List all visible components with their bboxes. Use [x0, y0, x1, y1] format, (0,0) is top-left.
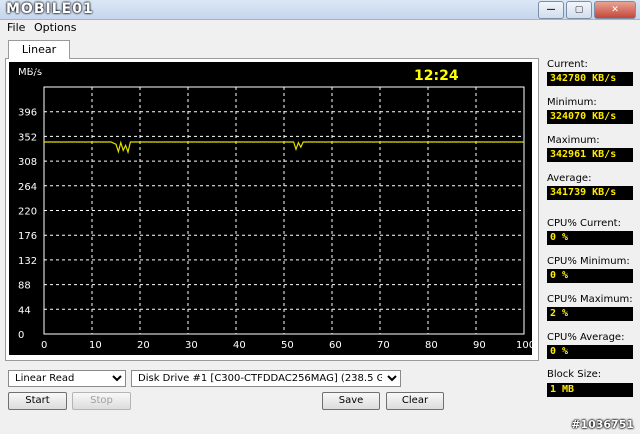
watermark-text: #1036751	[571, 418, 634, 431]
x-tick-label: 30	[185, 340, 198, 351]
minimum-value: 324070 KB/s	[547, 110, 633, 124]
cpu-average-value: 0 %	[547, 345, 633, 359]
y-tick-label: 132	[18, 256, 37, 267]
clear-button[interactable]: Clear	[386, 392, 444, 410]
y-tick-label: 264	[18, 182, 37, 193]
test-type-select[interactable]: Linear Read	[8, 370, 126, 387]
x-tick-label: 90	[473, 340, 486, 351]
window-controls: — ▢ ✕	[536, 1, 636, 19]
title-bar: MOBILE01 — ▢ ✕	[0, 0, 640, 20]
y-tick-label: 396	[18, 108, 37, 119]
menu-file[interactable]: File	[7, 21, 25, 34]
start-button[interactable]: Start	[8, 392, 67, 410]
y-tick-label: 220	[18, 207, 37, 218]
y-tick-label: 44	[18, 305, 31, 316]
x-tick-label: 0	[41, 340, 47, 351]
maximize-button[interactable]: ▢	[566, 1, 592, 19]
cpu-average-label: CPU% Average:	[547, 332, 625, 343]
cpu-minimum-label: CPU% Minimum:	[547, 256, 630, 267]
cpu-current-label: CPU% Current:	[547, 218, 621, 229]
minimize-button[interactable]: —	[538, 1, 564, 19]
x-tick-label: 60	[329, 340, 342, 351]
save-button[interactable]: Save	[322, 392, 380, 410]
block-size-label: Block Size:	[547, 369, 602, 380]
x-tick-label: 50	[281, 340, 294, 351]
x-tick-label: 10	[89, 340, 102, 351]
throughput-chart: 0 44 88 132 176 220 264 308 352 396 0 10 20 30 40 50 60 7…	[18, 67, 548, 351]
chart-area: 0 44 88 132 176 220 264 308 352 396 0 10 20 30 40 50 60 7…	[9, 62, 548, 355]
y-tick-label: 0	[18, 330, 24, 341]
y-tick-label: 88	[18, 281, 31, 292]
cpu-maximum-value: 2 %	[547, 307, 633, 321]
cpu-minimum-value: 0 %	[547, 269, 633, 283]
minimum-label: Minimum:	[547, 97, 597, 108]
drive-select[interactable]: Disk Drive #1 [C300-CTFDDAC256MAG] (238.…	[131, 370, 401, 387]
maximum-label: Maximum:	[547, 135, 600, 146]
current-label: Current:	[547, 59, 588, 70]
average-value: 341739 KB/s	[547, 186, 633, 200]
current-value: 342780 KB/s	[547, 72, 633, 86]
elapsed-time: 12:24	[414, 68, 459, 84]
close-button[interactable]: ✕	[594, 1, 636, 19]
x-tick-label: 40	[233, 340, 246, 351]
x-tick-label: 70	[377, 340, 390, 351]
x-tick-label: 20	[137, 340, 150, 351]
stop-button[interactable]: Stop	[72, 392, 131, 410]
x-tick-label: 80	[425, 340, 438, 351]
y-tick-label: 352	[18, 132, 37, 143]
tab-linear-read[interactable]: Linear Read	[8, 40, 70, 74]
cpu-current-value: 0 %	[547, 231, 633, 245]
menu-bar: File Options	[0, 20, 640, 35]
status-bar	[0, 412, 640, 434]
average-label: Average:	[547, 173, 592, 184]
menu-options[interactable]: Options	[34, 21, 76, 34]
y-tick-label: 308	[18, 157, 37, 168]
y-tick-label: 176	[18, 231, 37, 242]
cpu-maximum-label: CPU% Maximum:	[547, 294, 633, 305]
window-title: MOBILE01	[6, 1, 94, 17]
maximum-value: 342961 KB/s	[547, 148, 633, 162]
x-tick-label: 100 %	[516, 340, 532, 351]
block-size-value: 1 MB	[547, 383, 633, 397]
